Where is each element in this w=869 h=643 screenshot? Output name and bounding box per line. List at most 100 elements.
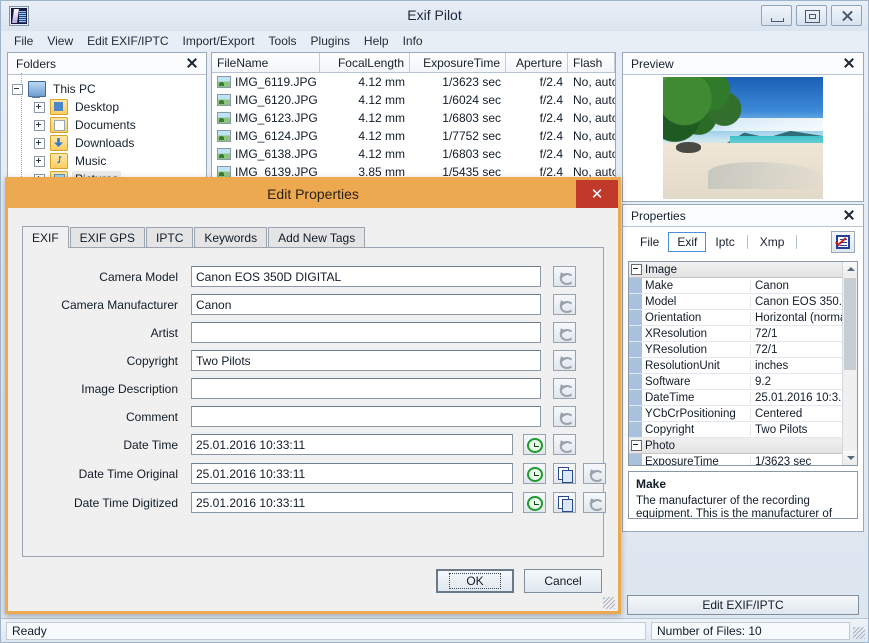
tab-add-new-tags[interactable]: Add New Tags xyxy=(268,227,366,248)
tab-iptc[interactable]: Iptc xyxy=(706,232,743,252)
scroll-down-icon[interactable] xyxy=(843,451,857,465)
column-header-filename[interactable]: FileName xyxy=(212,53,320,72)
comment-input[interactable] xyxy=(191,406,541,427)
table-row[interactable]: IMG_6124.JPG 4.12 mm 1/7752 sec f/2.4 No… xyxy=(212,127,615,145)
copy-icon[interactable] xyxy=(553,492,576,513)
table-row[interactable]: IMG_6119.JPG 4.12 mm 1/3623 sec f/2.4 No… xyxy=(212,73,615,91)
close-icon[interactable] xyxy=(842,208,856,222)
undo-icon[interactable] xyxy=(553,322,576,343)
date-time-original-input[interactable]: 25.01.2016 10:33:11 xyxy=(191,463,513,484)
property-row[interactable]: Model Canon EOS 350... xyxy=(629,294,843,310)
collapse-icon[interactable] xyxy=(12,83,23,95)
minimize-button[interactable] xyxy=(761,5,792,26)
cancel-button[interactable]: Cancel xyxy=(524,569,602,593)
expand-icon[interactable] xyxy=(34,119,45,131)
undo-icon[interactable] xyxy=(553,434,576,455)
undo-icon[interactable] xyxy=(553,294,576,315)
table-row[interactable]: IMG_6120.JPG 4.12 mm 1/6024 sec f/2.4 No… xyxy=(212,91,615,109)
tree-item-music[interactable]: Music xyxy=(34,152,203,170)
property-row[interactable]: ResolutionUnit inches xyxy=(629,358,843,374)
image-description-input[interactable] xyxy=(191,378,541,399)
tab-exif-gps[interactable]: EXIF GPS xyxy=(69,227,146,248)
menu-import-export[interactable]: Import/Export xyxy=(176,32,262,50)
dialog-close-button[interactable]: ✕ xyxy=(576,180,618,208)
undo-icon[interactable] xyxy=(583,492,606,513)
close-button[interactable] xyxy=(831,5,862,26)
cell-focallength: 4.12 mm xyxy=(358,75,405,89)
file-thumbnail-icon xyxy=(217,94,231,106)
expand-icon[interactable] xyxy=(34,155,45,167)
dialog-resize-grip[interactable] xyxy=(603,597,615,609)
property-row[interactable]: YResolution 72/1 xyxy=(629,342,843,358)
undo-icon[interactable] xyxy=(553,378,576,399)
tree-item-downloads[interactable]: Downloads xyxy=(34,134,203,152)
artist-input[interactable] xyxy=(191,322,541,343)
scrollbar-thumb[interactable] xyxy=(844,278,856,370)
column-header-aperture[interactable]: Aperture xyxy=(506,53,568,72)
camera-manufacturer-input[interactable]: Canon xyxy=(191,294,541,315)
field-label: Comment xyxy=(125,410,178,424)
clock-icon[interactable] xyxy=(523,463,546,484)
edit-tags-icon[interactable] xyxy=(831,231,855,253)
tab-exif[interactable]: EXIF xyxy=(22,226,69,248)
date-time-input[interactable]: 25.01.2016 10:33:11 xyxy=(191,434,513,455)
tab-keywords[interactable]: Keywords xyxy=(194,227,268,248)
property-row[interactable]: XResolution 72/1 xyxy=(629,326,843,342)
menu-plugins[interactable]: Plugins xyxy=(304,32,357,50)
resize-grip[interactable] xyxy=(853,627,865,639)
tab-xmp[interactable]: Xmp xyxy=(751,232,794,252)
clock-icon[interactable] xyxy=(523,434,546,455)
expand-icon[interactable] xyxy=(34,101,45,113)
tree-item-desktop[interactable]: Desktop xyxy=(34,98,203,116)
property-group-photo[interactable]: Photo xyxy=(629,438,843,454)
column-header-focallength[interactable]: FocalLength xyxy=(320,53,410,72)
date-time-digitized-input[interactable]: 25.01.2016 10:33:11 xyxy=(191,492,513,513)
property-row[interactable]: Orientation Horizontal (normal) xyxy=(629,310,843,326)
collapse-icon[interactable] xyxy=(631,440,642,451)
property-row[interactable]: ExposureTime 1/3623 sec xyxy=(629,454,843,465)
properties-list[interactable]: Image Make Canon Model Canon EOS 350... Or… xyxy=(628,261,858,466)
menu-help[interactable]: Help xyxy=(357,32,396,50)
property-row[interactable]: Copyright Two Pilots xyxy=(629,422,843,438)
ok-button[interactable]: OK xyxy=(436,569,514,593)
property-row[interactable]: Make Canon xyxy=(629,278,843,294)
cell-focallength: 4.12 mm xyxy=(358,93,405,107)
property-value: inches xyxy=(755,359,789,372)
menu-info[interactable]: Info xyxy=(396,32,430,50)
column-header-flash[interactable]: Flash xyxy=(568,53,615,72)
copyright-input[interactable]: Two Pilots xyxy=(191,350,541,371)
undo-icon[interactable] xyxy=(553,266,576,287)
properties-scrollbar[interactable] xyxy=(842,262,857,465)
menu-view[interactable]: View xyxy=(40,32,80,50)
tree-item-documents[interactable]: Documents xyxy=(34,116,203,134)
edit-exif-iptc-button[interactable]: Edit EXIF/IPTC xyxy=(627,595,859,615)
undo-icon[interactable] xyxy=(553,406,576,427)
column-header-exposuretime[interactable]: ExposureTime xyxy=(410,53,506,72)
clock-icon[interactable] xyxy=(523,492,546,513)
scroll-up-icon[interactable] xyxy=(843,262,857,276)
close-icon[interactable] xyxy=(842,56,856,70)
undo-icon[interactable] xyxy=(553,350,576,371)
property-row[interactable]: Software 9.2 xyxy=(629,374,843,390)
undo-icon[interactable] xyxy=(583,463,606,484)
folders-panel: Folders This PC Desktop Documents Downlo… xyxy=(7,52,207,187)
camera-model-input[interactable]: Canon EOS 350D DIGITAL xyxy=(191,266,541,287)
table-row[interactable]: IMG_6123.JPG 4.12 mm 1/6803 sec f/2.4 No… xyxy=(212,109,615,127)
menu-file[interactable]: File xyxy=(7,32,40,50)
close-icon[interactable] xyxy=(185,56,199,70)
menu-tools[interactable]: Tools xyxy=(262,32,304,50)
property-group-image[interactable]: Image xyxy=(629,262,843,278)
table-row[interactable]: IMG_6138.JPG 4.12 mm 1/6803 sec f/2.4 No… xyxy=(212,145,615,163)
property-row[interactable]: DateTime 25.01.2016 10:3... xyxy=(629,390,843,406)
property-row[interactable]: YCbCrPositioning Centered xyxy=(629,406,843,422)
expand-icon[interactable] xyxy=(34,137,45,149)
collapse-icon[interactable] xyxy=(631,264,642,275)
tab-iptc[interactable]: IPTC xyxy=(146,227,194,248)
tree-item-this-pc[interactable]: This PC xyxy=(12,80,203,98)
menu-edit-exif-iptc[interactable]: Edit EXIF/IPTC xyxy=(80,32,175,50)
maximize-button[interactable] xyxy=(796,5,827,26)
tab-file[interactable]: File xyxy=(631,232,668,252)
copy-icon[interactable] xyxy=(553,463,576,484)
cell-aperture: f/2.4 xyxy=(539,93,563,107)
tab-exif[interactable]: Exif xyxy=(668,232,707,252)
